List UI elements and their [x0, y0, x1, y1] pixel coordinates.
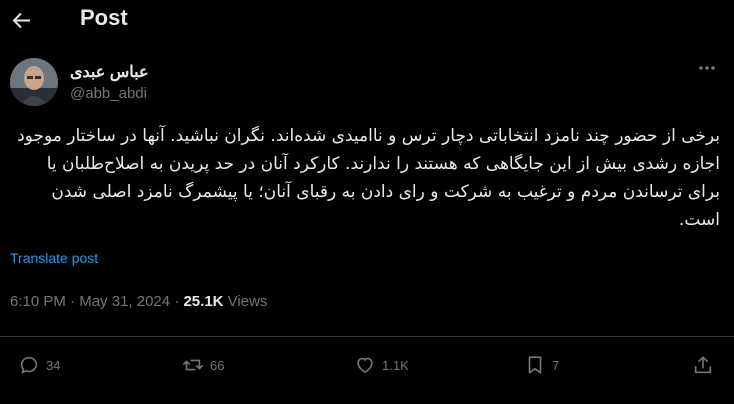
post-date[interactable]: May 31, 2024 — [79, 293, 170, 310]
arrow-left-icon[interactable] — [10, 8, 36, 32]
translate-post-link[interactable]: Translate post — [10, 250, 98, 266]
like-count: 1.1K — [382, 357, 409, 373]
bookmark-button[interactable]: 7 — [524, 352, 559, 378]
repost-count: 66 — [210, 357, 225, 373]
heart-icon — [357, 357, 373, 374]
views-count: 25.1K — [183, 293, 224, 310]
divider — [0, 336, 734, 337]
author-name[interactable]: عباس عبدی — [70, 62, 149, 82]
more-options-icon[interactable] — [696, 60, 718, 76]
repost-button[interactable]: 66 — [182, 352, 224, 378]
reply-icon — [20, 356, 38, 374]
share-button[interactable] — [692, 352, 720, 378]
reply-count: 34 — [46, 357, 61, 373]
post-meta: 6:10 PM · May 31, 2024 · 25.1K Views — [10, 293, 267, 310]
avatar[interactable] — [10, 58, 58, 106]
post-time[interactable]: 6:10 PM — [10, 293, 66, 310]
meta-separator: · — [70, 293, 76, 310]
like-button[interactable]: 1.1K — [354, 352, 409, 378]
post-header: Post — [0, 0, 734, 40]
post-text: برخی از حضور چند نامزد انتخاباتی دچار تر… — [17, 126, 720, 230]
share-icon — [694, 356, 712, 374]
reply-button[interactable]: 34 — [18, 352, 60, 378]
bookmark-count: 7 — [552, 357, 560, 373]
views-label: Views — [227, 293, 268, 310]
author-handle[interactable]: @abb_abdi — [70, 85, 147, 102]
page-title: Post — [80, 5, 128, 30]
meta-separator: · — [174, 293, 180, 310]
bookmark-icon — [528, 356, 542, 374]
repost-icon — [183, 359, 203, 371]
